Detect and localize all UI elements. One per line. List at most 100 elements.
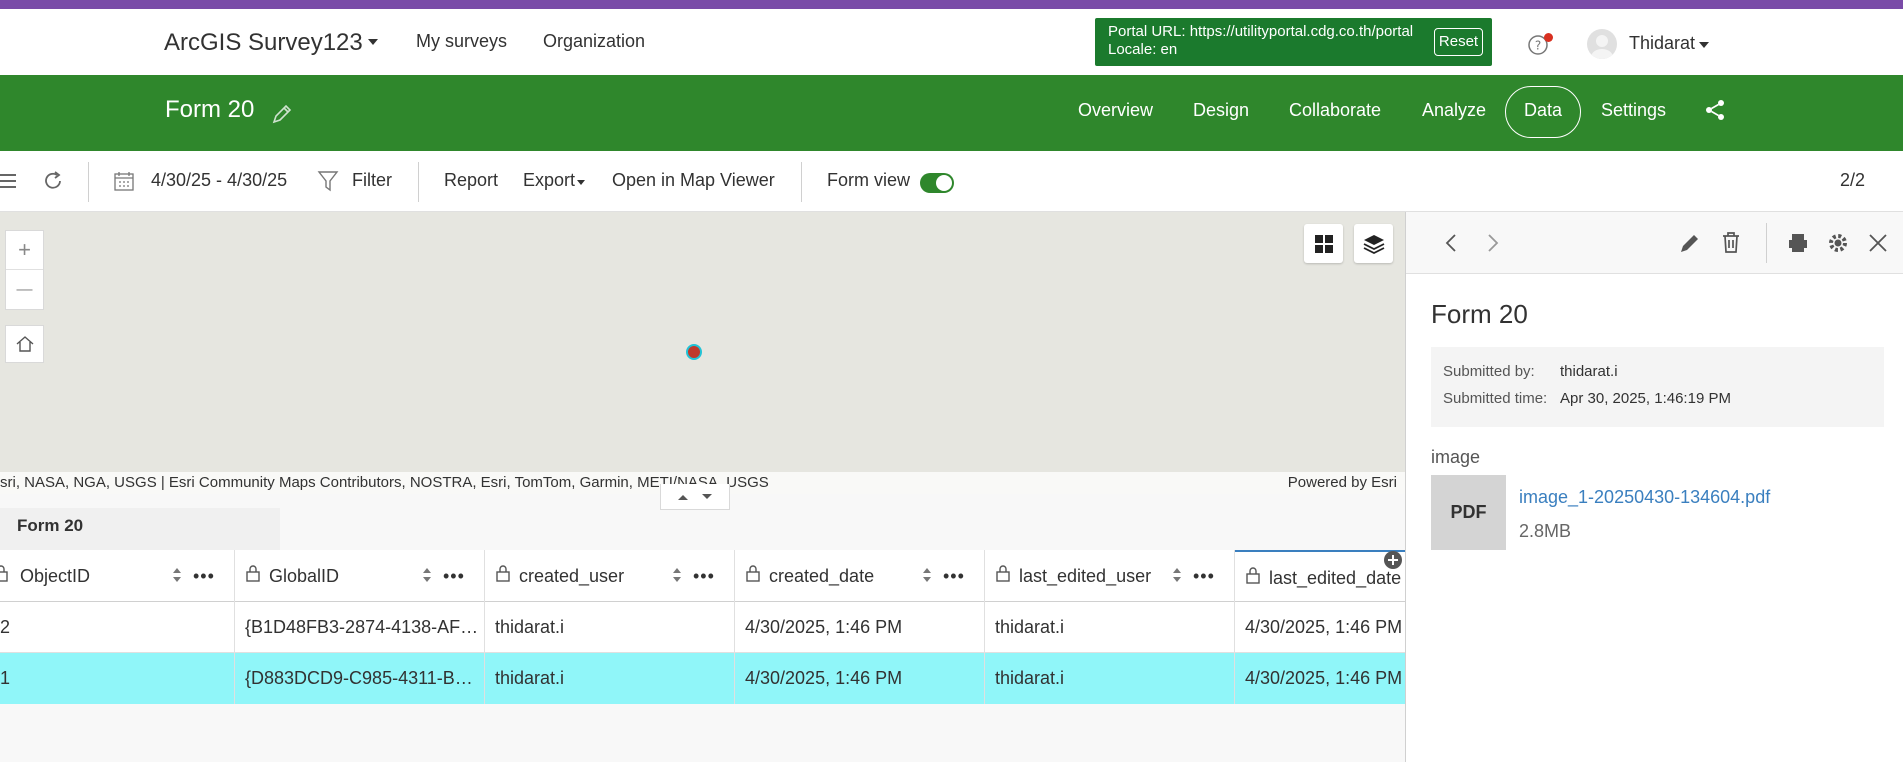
column-header-last-edited-user[interactable]: last_edited_user ••• — [985, 550, 1235, 602]
attachment-link[interactable]: image_1-20250430-134604.pdf — [1519, 487, 1770, 508]
open-in-map-viewer-button[interactable]: Open in Map Viewer — [612, 170, 775, 191]
data-table: ObjectID ••• GlobalID ••• created_user •… — [0, 550, 1405, 762]
powered-by-esri[interactable]: Powered by Esri — [1288, 472, 1397, 494]
table-row[interactable]: 1 {D883DCD9-C985-4311-B… thidarat.i 4/30/20… — [0, 653, 1405, 704]
refresh-icon[interactable] — [42, 170, 64, 192]
form-view-toggle[interactable] — [920, 173, 954, 193]
top-accent-stripe — [0, 0, 1903, 9]
table-cell[interactable]: 4/30/2025, 1:46 PM — [1235, 653, 1405, 704]
edit-record-icon[interactable] — [1678, 231, 1702, 255]
gear-icon[interactable] — [1826, 231, 1850, 255]
toolbar-separator — [88, 162, 89, 202]
chevron-down-icon[interactable] — [701, 493, 713, 501]
table-cell[interactable]: 2 — [0, 602, 235, 653]
table-row[interactable]: 2 {B1D48FB3-2874-4138-AF… thidarat.i 4/30/2… — [0, 602, 1405, 653]
table-cell[interactable]: {B1D48FB3-2874-4138-AF… — [235, 602, 485, 653]
lock-icon — [0, 565, 8, 582]
share-icon[interactable] — [1703, 98, 1727, 122]
user-name[interactable]: Thidarat — [1629, 33, 1695, 54]
tab-overview[interactable]: Overview — [1078, 100, 1153, 121]
tab-design[interactable]: Design — [1193, 100, 1249, 121]
survey-nav-bar: Form 20 Overview Design Collaborate Anal… — [0, 75, 1903, 151]
export-caret-icon[interactable] — [577, 180, 585, 185]
tab-data[interactable]: Data — [1524, 100, 1562, 121]
table-tab[interactable]: Form 20 — [0, 508, 280, 550]
sort-icon[interactable] — [172, 567, 182, 583]
column-header-last-edited-date[interactable]: last_edited_date — [1235, 550, 1405, 602]
zoom-out-button[interactable]: — — [6, 270, 43, 309]
table-cell[interactable]: 4/30/2025, 1:46 PM — [735, 602, 985, 653]
next-record-icon[interactable] — [1480, 231, 1504, 255]
calendar-icon[interactable] — [114, 171, 134, 191]
column-header-objectid[interactable]: ObjectID ••• — [0, 550, 235, 602]
nav-my-surveys[interactable]: My surveys — [416, 31, 507, 52]
zoom-controls: + — — [5, 230, 44, 310]
nav-organization[interactable]: Organization — [543, 31, 645, 52]
map-table-resize-handle[interactable] — [660, 484, 730, 510]
table-cell[interactable]: 4/30/2025, 1:46 PM — [1235, 602, 1405, 653]
column-header-created-date[interactable]: created_date ••• — [735, 550, 985, 602]
column-more-icon[interactable]: ••• — [443, 550, 465, 602]
table-cell[interactable]: {D883DCD9-C985-4311-B… — [235, 653, 485, 704]
notification-dot — [1544, 33, 1553, 42]
date-range-selector[interactable]: 4/30/25 - 4/30/25 — [151, 170, 287, 191]
avatar[interactable] — [1587, 29, 1617, 59]
app-menu-caret-icon[interactable] — [368, 39, 378, 45]
lock-icon — [1246, 567, 1260, 584]
table-cell[interactable]: thidarat.i — [485, 602, 735, 653]
table-cell[interactable]: thidarat.i — [985, 602, 1235, 653]
table-cell[interactable]: thidarat.i — [485, 653, 735, 704]
grid-icon — [1314, 234, 1333, 253]
export-button[interactable]: Export — [523, 170, 575, 191]
column-more-icon[interactable]: ••• — [943, 550, 965, 602]
submitted-time-label: Submitted time: — [1443, 390, 1548, 407]
submission-info: Submitted by: thidarat.i Submitted time: A… — [1431, 347, 1884, 427]
column-more-icon[interactable]: ••• — [1193, 550, 1215, 602]
submitted-by-label: Submitted by: — [1443, 363, 1535, 380]
sort-icon[interactable] — [672, 567, 682, 583]
app-title[interactable]: ArcGIS Survey123 — [164, 29, 363, 57]
lock-icon — [996, 565, 1010, 582]
sort-icon[interactable] — [422, 567, 432, 583]
column-header-created-user[interactable]: created_user ••• — [485, 550, 735, 602]
zoom-in-button[interactable]: + — [6, 231, 43, 270]
sort-icon[interactable] — [922, 567, 932, 583]
map-view[interactable]: + — sri, NASA, NGA, USGS | Esri Communit… — [0, 212, 1405, 494]
home-button[interactable] — [5, 325, 44, 363]
reset-button[interactable]: Reset — [1434, 28, 1483, 56]
table-cell[interactable]: 1 — [0, 653, 235, 704]
sort-icon[interactable] — [1172, 567, 1182, 583]
edit-title-icon[interactable] — [270, 102, 294, 126]
table-header: ObjectID ••• GlobalID ••• created_user •… — [0, 550, 1405, 602]
close-icon[interactable] — [1866, 231, 1890, 255]
column-more-icon[interactable]: ••• — [693, 550, 715, 602]
lock-icon — [496, 565, 510, 582]
toggle-knob — [936, 175, 952, 191]
add-column-icon[interactable] — [1383, 550, 1403, 570]
chevron-up-icon[interactable] — [677, 493, 689, 501]
column-header-globalid[interactable]: GlobalID ••• — [235, 550, 485, 602]
delete-record-icon[interactable] — [1719, 231, 1743, 255]
column-more-icon[interactable]: ••• — [193, 550, 215, 602]
record-page-count: 2/2 — [1840, 170, 1866, 190]
user-menu-caret-icon[interactable] — [1699, 42, 1709, 48]
survey-point-marker[interactable] — [686, 344, 702, 360]
record-detail-panel: Form 20 Submitted by: thidarat.i Submitte… — [1405, 212, 1903, 762]
table-cell[interactable]: thidarat.i — [985, 653, 1235, 704]
menu-icon[interactable] — [0, 171, 18, 191]
report-button[interactable]: Report — [444, 170, 498, 191]
lock-icon — [746, 565, 760, 582]
basemap-gallery-button[interactable] — [1304, 224, 1343, 263]
tab-collaborate[interactable]: Collaborate — [1289, 100, 1381, 121]
attachment-size: 2.8MB — [1519, 521, 1572, 541]
print-icon[interactable] — [1786, 231, 1810, 255]
filter-button[interactable]: Filter — [352, 170, 392, 191]
panel-toolbar — [1406, 212, 1903, 274]
previous-record-icon[interactable] — [1440, 231, 1464, 255]
table-cell[interactable]: 4/30/2025, 1:46 PM — [735, 653, 985, 704]
filter-icon[interactable] — [317, 170, 339, 192]
tab-settings[interactable]: Settings — [1601, 100, 1666, 121]
layer-list-button[interactable] — [1354, 224, 1393, 263]
tab-analyze[interactable]: Analyze — [1422, 100, 1486, 121]
pdf-thumbnail[interactable]: PDF — [1431, 475, 1506, 550]
